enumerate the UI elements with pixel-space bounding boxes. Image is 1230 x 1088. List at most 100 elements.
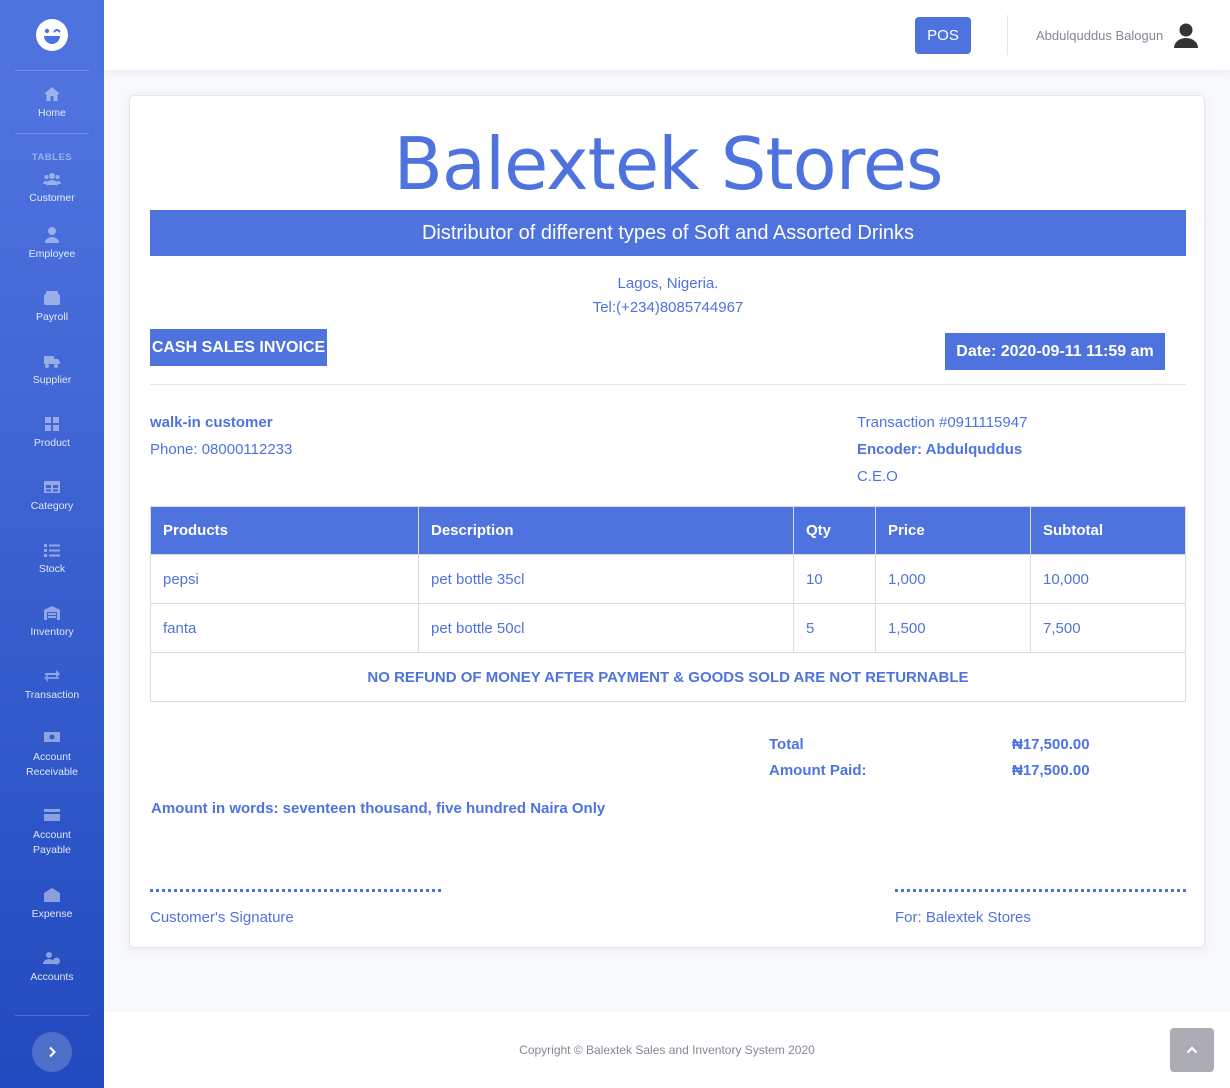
invoice-type-badge: CASH SALES INVOICE bbox=[150, 329, 327, 366]
sidebar-item-label: Expense bbox=[31, 907, 73, 920]
customer-signature-line bbox=[150, 889, 441, 892]
sidebar-heading: TABLES bbox=[31, 152, 73, 163]
exchange-icon bbox=[43, 667, 61, 685]
chevron-right-icon bbox=[49, 1046, 56, 1058]
invoice-card: Balextek Stores Distributor of different… bbox=[129, 95, 1205, 948]
copyright-text: Copyright © Balextek Sales and Inventory… bbox=[519, 1043, 815, 1057]
sidebar-item-label: Account Receivable bbox=[26, 751, 78, 778]
sidebar-item-label: Accounts bbox=[30, 970, 74, 983]
credit-card-icon bbox=[43, 806, 61, 824]
sidebar-item-label: Product bbox=[33, 436, 71, 449]
sidebar-item-transaction[interactable]: Transaction bbox=[0, 652, 104, 715]
brand-link[interactable] bbox=[0, 0, 104, 70]
store-tagline: Distributor of different types of Soft a… bbox=[150, 210, 1186, 256]
scroll-to-top-button[interactable] bbox=[1170, 1028, 1214, 1072]
envelope-icon bbox=[43, 886, 61, 904]
items-table: Products Description Qty Price Subtotal … bbox=[150, 506, 1186, 702]
customer-phone: Phone: 08000112233 bbox=[150, 441, 293, 458]
sidebar-item-expense[interactable]: Expense bbox=[0, 871, 104, 934]
sidebar-item-stock[interactable]: Stock bbox=[0, 526, 104, 589]
sidebar-item-label: Inventory bbox=[30, 625, 74, 638]
qty-cell: 5 bbox=[793, 603, 876, 653]
list-icon bbox=[43, 541, 61, 559]
customer-name: walk-in customer bbox=[150, 414, 273, 431]
price-cell: 1,000 bbox=[875, 554, 1031, 604]
store-telephone: Tel:(+234)8085744967 bbox=[592, 299, 744, 316]
footer: Copyright © Balextek Sales and Inventory… bbox=[104, 1012, 1230, 1088]
sidebar-item-label: Employee bbox=[28, 247, 76, 260]
table-header-row: Products Description Qty Price Subtotal bbox=[150, 506, 1186, 555]
sidebar-item-label: Stock bbox=[38, 562, 66, 575]
user-avatar-icon[interactable] bbox=[1172, 22, 1200, 48]
grid-icon bbox=[43, 415, 61, 433]
price-cell: 1,500 bbox=[875, 603, 1031, 653]
total-value: ₦17,500.00 bbox=[1012, 736, 1090, 753]
sidebar-item-payroll[interactable]: Payroll bbox=[0, 274, 104, 337]
sidebar-item-product[interactable]: Product bbox=[0, 400, 104, 463]
table-row: pepsi pet bottle 35cl 10 1,000 10,000 bbox=[150, 554, 1186, 604]
refund-notice: NO REFUND OF MONEY AFTER PAYMENT & GOODS… bbox=[150, 652, 1186, 702]
sidebar-item-label: Supplier bbox=[32, 373, 72, 386]
store-name: Balextek Stores bbox=[393, 122, 943, 206]
laugh-wink-icon bbox=[36, 19, 68, 51]
sidebar-item-label: Account Payable bbox=[33, 829, 71, 856]
sidebar: Home TABLES Customer Employee Payroll Su… bbox=[0, 0, 104, 1088]
sidebar-item-account-receivable[interactable]: Account Receivable bbox=[0, 715, 104, 793]
sidebar-item-employee[interactable]: Employee bbox=[0, 211, 104, 274]
sidebar-toggle-button[interactable] bbox=[32, 1032, 72, 1072]
encoder-role: C.E.O bbox=[857, 468, 898, 485]
chevron-up-icon bbox=[1186, 1046, 1198, 1054]
sidebar-divider bbox=[15, 1015, 89, 1016]
subtotal-cell: 7,500 bbox=[1030, 603, 1186, 653]
money-icon bbox=[43, 728, 61, 746]
total-label: Total bbox=[769, 736, 804, 753]
user-icon bbox=[43, 226, 61, 244]
topbar-divider bbox=[1007, 15, 1008, 55]
topbar: POS Abdulquddus Balogun bbox=[104, 0, 1230, 70]
product-cell: pepsi bbox=[150, 554, 419, 604]
store-signature-label: For: Balextek Stores bbox=[895, 909, 1031, 926]
notice-row: NO REFUND OF MONEY AFTER PAYMENT & GOODS… bbox=[150, 652, 1186, 702]
sidebar-item-supplier[interactable]: Supplier bbox=[0, 337, 104, 400]
amount-paid-value: ₦17,500.00 bbox=[1012, 762, 1090, 779]
sidebar-divider bbox=[15, 133, 89, 134]
sidebar-item-account-payable[interactable]: Account Payable bbox=[0, 793, 104, 871]
users-cog-icon bbox=[43, 949, 61, 967]
invoice-date-badge: Date: 2020-09-11 11:59 am bbox=[945, 333, 1165, 370]
header-divider bbox=[150, 384, 1186, 385]
column-header-subtotal: Subtotal bbox=[1030, 506, 1186, 555]
sidebar-item-home[interactable]: Home bbox=[0, 71, 104, 133]
warehouse-icon bbox=[43, 604, 61, 622]
store-signature-line bbox=[895, 889, 1186, 892]
user-name[interactable]: Abdulquddus Balogun bbox=[1036, 28, 1163, 43]
sidebar-item-label: Customer bbox=[29, 192, 75, 204]
truck-icon bbox=[43, 352, 61, 370]
qty-cell: 10 bbox=[793, 554, 876, 604]
wallet-icon bbox=[43, 289, 61, 307]
customer-signature-label: Customer's Signature bbox=[150, 909, 294, 926]
amount-paid-label: Amount Paid: bbox=[769, 762, 867, 779]
table-icon bbox=[43, 478, 61, 496]
transaction-number: Transaction #0911115947 bbox=[857, 414, 1028, 431]
column-header-price: Price bbox=[875, 506, 1031, 555]
sidebar-item-customer[interactable]: Customer bbox=[0, 163, 104, 211]
product-cell: fanta bbox=[150, 603, 419, 653]
sidebar-item-accounts[interactable]: Accounts bbox=[0, 934, 104, 997]
home-icon bbox=[43, 85, 61, 103]
encoder-name: Encoder: Abdulquddus bbox=[857, 441, 1023, 458]
sidebar-item-inventory[interactable]: Inventory bbox=[0, 589, 104, 652]
column-header-description: Description bbox=[418, 506, 794, 555]
sidebar-item-label: Category bbox=[30, 499, 74, 512]
users-icon bbox=[43, 170, 61, 188]
column-header-products: Products bbox=[150, 506, 419, 555]
sidebar-item-label: Transaction bbox=[24, 688, 80, 701]
pos-button[interactable]: POS bbox=[915, 17, 971, 54]
sidebar-item-label: Payroll bbox=[35, 310, 69, 323]
table-row: fanta pet bottle 50cl 5 1,500 7,500 bbox=[150, 603, 1186, 653]
amount-in-words: Amount in words: seventeen thousand, fiv… bbox=[151, 800, 606, 817]
sidebar-item-category[interactable]: Category bbox=[0, 463, 104, 526]
store-address: Lagos, Nigeria. bbox=[617, 275, 719, 292]
description-cell: pet bottle 50cl bbox=[418, 603, 794, 653]
sidebar-item-label: Home bbox=[37, 107, 66, 119]
column-header-qty: Qty bbox=[793, 506, 876, 555]
